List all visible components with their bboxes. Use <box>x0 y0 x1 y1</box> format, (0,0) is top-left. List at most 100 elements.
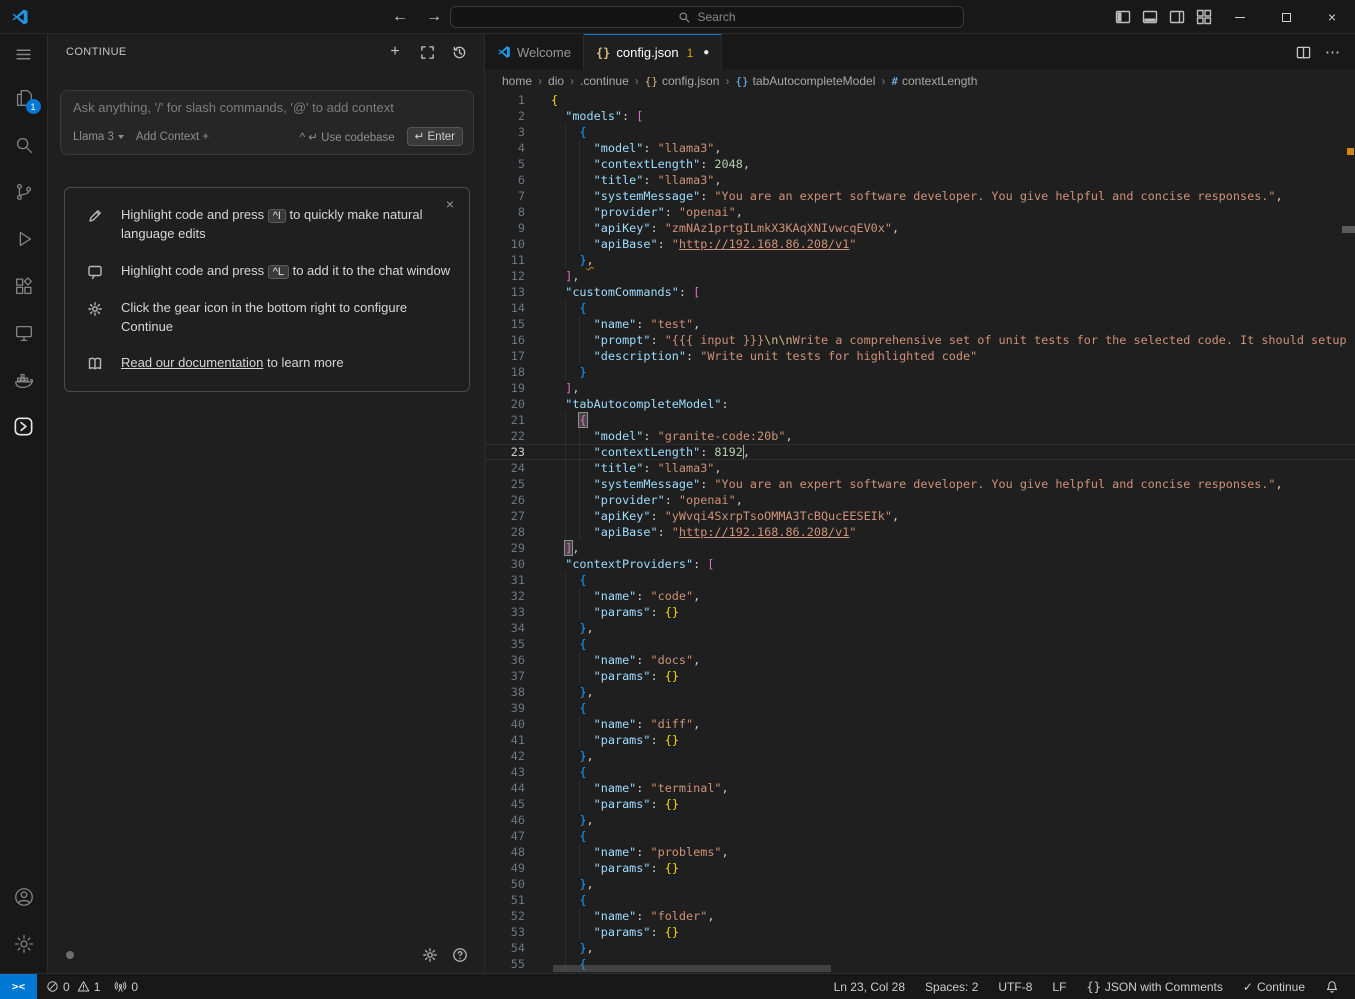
code-line[interactable]: 21 { <box>485 412 1355 428</box>
close-button[interactable]: × <box>1309 0 1355 34</box>
tab-welcome[interactable]: Welcome <box>485 34 584 70</box>
code-line[interactable]: 30 "contextProviders": [ <box>485 556 1355 572</box>
code-line[interactable]: 31 { <box>485 572 1355 588</box>
code-line[interactable]: 37 "params": {} <box>485 668 1355 684</box>
command-center-search[interactable]: Search <box>450 6 964 28</box>
forward-button[interactable]: → <box>422 8 446 26</box>
code-line[interactable]: 18 } <box>485 364 1355 380</box>
help-icon[interactable] <box>452 947 468 963</box>
settings-gear-icon[interactable] <box>0 920 48 967</box>
code-editor[interactable]: 1{2 "models": [3 {4 "model": "llama3",5 … <box>485 92 1355 973</box>
code-line[interactable]: 4 "model": "llama3", <box>485 140 1355 156</box>
code-line[interactable]: 17 "description": "Write unit tests for … <box>485 348 1355 364</box>
fullscreen-icon[interactable] <box>416 41 438 63</box>
code-line[interactable]: 6 "title": "llama3", <box>485 172 1355 188</box>
indentation[interactable]: Spaces: 2 <box>919 974 984 999</box>
breadcrumb-item[interactable]: {}config.json <box>645 74 720 88</box>
code-line[interactable]: 12 ], <box>485 268 1355 284</box>
code-line[interactable]: 54 }, <box>485 940 1355 956</box>
code-line[interactable]: 49 "params": {} <box>485 860 1355 876</box>
code-line[interactable]: 32 "name": "code", <box>485 588 1355 604</box>
cursor-position[interactable]: Ln 23, Col 28 <box>828 974 911 999</box>
split-editor-icon[interactable] <box>1296 45 1311 60</box>
sidebar-item-remote-explorer[interactable] <box>0 309 48 356</box>
menu-icon[interactable] <box>0 34 48 74</box>
tab-config-json[interactable]: {} config.json 1 ● <box>584 34 722 70</box>
history-icon[interactable] <box>448 41 470 63</box>
modified-dot-icon[interactable]: ● <box>703 47 709 58</box>
sidebar-item-extensions[interactable] <box>0 262 48 309</box>
code-line[interactable]: 8 "provider": "openai", <box>485 204 1355 220</box>
documentation-link[interactable]: Read our documentation <box>121 355 263 370</box>
code-line[interactable]: 43 { <box>485 764 1355 780</box>
sidebar-item-search[interactable] <box>0 121 48 168</box>
close-icon[interactable]: × <box>441 196 459 214</box>
code-line[interactable]: 39 { <box>485 700 1355 716</box>
code-line[interactable]: 45 "params": {} <box>485 796 1355 812</box>
remote-indicator[interactable]: >< <box>0 974 37 999</box>
code-line[interactable]: 20 "tabAutocompleteModel": <box>485 396 1355 412</box>
breadcrumb-item[interactable]: dio <box>548 74 564 88</box>
code-line[interactable]: 38 }, <box>485 684 1355 700</box>
code-line[interactable]: 50 }, <box>485 876 1355 892</box>
code-line[interactable]: 15 "name": "test", <box>485 316 1355 332</box>
back-button[interactable]: ← <box>388 8 412 26</box>
toggle-panel-icon[interactable] <box>1136 0 1163 34</box>
code-line[interactable]: 5 "contextLength": 2048, <box>485 156 1355 172</box>
minimize-button[interactable] <box>1217 0 1263 34</box>
encoding[interactable]: UTF-8 <box>992 974 1038 999</box>
code-line[interactable]: 52 "name": "folder", <box>485 908 1355 924</box>
sidebar-item-docker[interactable] <box>0 356 48 403</box>
code-line[interactable]: 14 { <box>485 300 1355 316</box>
accounts-icon[interactable] <box>0 873 48 920</box>
code-line[interactable]: 40 "name": "diff", <box>485 716 1355 732</box>
code-line[interactable]: 13 "customCommands": [ <box>485 284 1355 300</box>
code-line[interactable]: 1{ <box>485 92 1355 108</box>
add-context-button[interactable]: Add Context + <box>136 131 209 143</box>
sidebar-item-source-control[interactable] <box>0 168 48 215</box>
code-line[interactable]: 51 { <box>485 892 1355 908</box>
code-line[interactable]: 7 "systemMessage": "You are an expert so… <box>485 188 1355 204</box>
language-mode[interactable]: {} JSON with Comments <box>1080 974 1228 999</box>
code-line[interactable]: 16 "prompt": "{{{ input }}}\n\nWrite a c… <box>485 332 1355 348</box>
code-line[interactable]: 11 }, <box>485 252 1355 268</box>
code-line[interactable]: 44 "name": "terminal", <box>485 780 1355 796</box>
breadcrumb-item[interactable]: #contextLength <box>891 74 977 88</box>
code-line[interactable]: 23 "contextLength": 8192, <box>485 444 1355 460</box>
toggle-secondary-sidebar-icon[interactable] <box>1163 0 1190 34</box>
continue-status[interactable]: ✓ Continue <box>1237 974 1311 999</box>
code-line[interactable]: 24 "title": "llama3", <box>485 460 1355 476</box>
code-line[interactable]: 22 "model": "granite-code:20b", <box>485 428 1355 444</box>
ports-status[interactable]: 0 <box>107 974 145 999</box>
code-line[interactable]: 47 { <box>485 828 1355 844</box>
code-line[interactable]: 42 }, <box>485 748 1355 764</box>
code-line[interactable]: 9 "apiKey": "zmNAz1prtgILmkX3KAqXNIvwcqE… <box>485 220 1355 236</box>
maximize-button[interactable] <box>1263 0 1309 34</box>
eol-sequence[interactable]: LF <box>1046 974 1072 999</box>
code-line[interactable]: 56 "name": "codebase", <box>485 972 1355 973</box>
notifications-bell-icon[interactable] <box>1319 974 1345 999</box>
chat-input-box[interactable]: Ask anything, '/' for slash commands, '@… <box>60 90 474 155</box>
toggle-sidebar-icon[interactable] <box>1109 0 1136 34</box>
horizontal-scrollbar[interactable] <box>553 965 831 972</box>
code-line[interactable]: 34 }, <box>485 620 1355 636</box>
code-line[interactable]: 26 "provider": "openai", <box>485 492 1355 508</box>
code-line[interactable]: 53 "params": {} <box>485 924 1355 940</box>
code-line[interactable]: 35 { <box>485 636 1355 652</box>
code-line[interactable]: 10 "apiBase": "http://192.168.86.208/v1" <box>485 236 1355 252</box>
breadcrumb-item[interactable]: .continue <box>580 74 629 88</box>
code-line[interactable]: 41 "params": {} <box>485 732 1355 748</box>
more-actions-icon[interactable]: ⋯ <box>1325 43 1341 61</box>
model-selector[interactable]: Llama 3 <box>73 131 124 143</box>
breadcrumb-item[interactable]: {}tabAutocompleteModel <box>735 74 875 88</box>
code-line[interactable]: 28 "apiBase": "http://192.168.86.208/v1" <box>485 524 1355 540</box>
code-line[interactable]: 25 "systemMessage": "You are an expert s… <box>485 476 1355 492</box>
enter-button[interactable]: ↵ Enter <box>407 127 463 146</box>
code-line[interactable]: 19 ], <box>485 380 1355 396</box>
sidebar-item-run-debug[interactable] <box>0 215 48 262</box>
code-line[interactable]: 3 { <box>485 124 1355 140</box>
configure-gear-icon[interactable] <box>422 947 438 963</box>
code-line[interactable]: 29 ], <box>485 540 1355 556</box>
code-line[interactable]: 46 }, <box>485 812 1355 828</box>
code-line[interactable]: 2 "models": [ <box>485 108 1355 124</box>
